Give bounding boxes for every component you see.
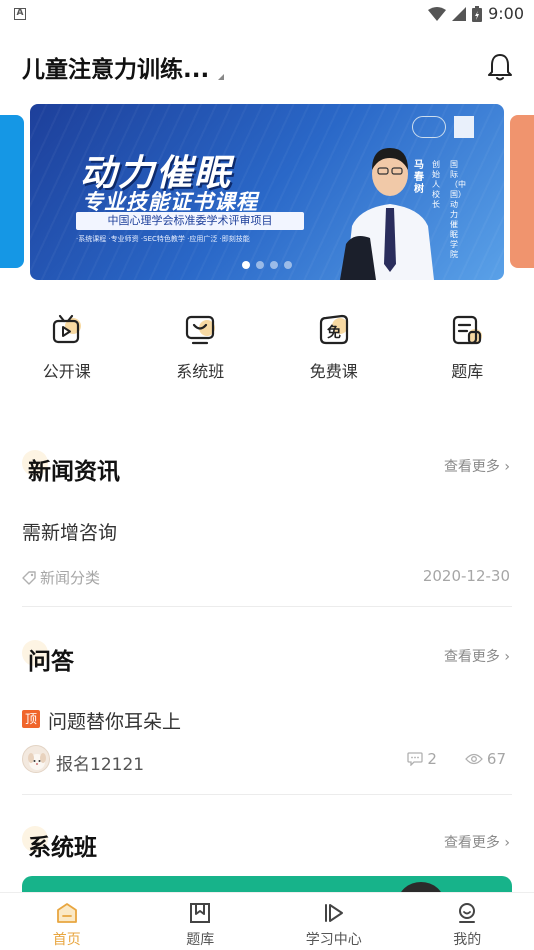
quick-entry-label: 公开课 xyxy=(42,362,91,381)
banner-next-slide[interactable] xyxy=(510,115,534,268)
view-more-label: 查看更多 xyxy=(443,835,500,851)
banner-strip: 中国心理学会标准委学术评审项目 xyxy=(76,212,304,230)
view-more-label: 查看更多 xyxy=(443,459,500,475)
tag-icon xyxy=(22,570,36,585)
free-badge-icon: 免 xyxy=(319,314,348,345)
carousel-dot-active[interactable] xyxy=(242,261,250,269)
quick-entry-question-bank[interactable]: 题库 xyxy=(401,312,534,382)
news-item-category: 新闻分类 xyxy=(22,567,100,588)
bell-icon[interactable] xyxy=(486,52,514,82)
section-title: 新闻资讯 xyxy=(28,459,120,485)
quick-entry-system-class[interactable]: 系统班 xyxy=(134,312,268,382)
carousel-dot[interactable] xyxy=(256,261,264,269)
view-count: 67 xyxy=(465,750,506,768)
chevron-right-icon: › xyxy=(504,835,510,851)
comment-count-value: 2 xyxy=(427,750,437,768)
bottom-navigation: 首页 题库 学习中心 我的 xyxy=(0,892,534,950)
system-class-view-more-link[interactable]: 查看更多 › xyxy=(444,832,510,852)
signal-icon xyxy=(452,6,467,21)
qa-view-more-link[interactable]: 查看更多 › xyxy=(444,646,510,666)
chevron-right-icon: › xyxy=(504,649,510,665)
news-item-date: 2020-12-30 xyxy=(422,567,510,585)
quick-entry-label: 免费课 xyxy=(309,362,358,381)
status-bar: A 9:00 xyxy=(0,0,534,30)
user-icon xyxy=(459,903,476,923)
nav-tab-profile[interactable]: 我的 xyxy=(401,893,534,950)
divider xyxy=(22,794,512,795)
section-title: 问答 xyxy=(28,649,74,675)
quick-entry-label: 系统班 xyxy=(176,362,225,381)
quick-entry-grid: 公开课 系统班 免 免费课 题库 xyxy=(0,312,534,382)
quick-entry-free-class[interactable]: 免 免费课 xyxy=(267,312,401,382)
notification-indicator-icon: A xyxy=(14,8,26,20)
news-item-title[interactable]: 需新增咨询 xyxy=(22,518,117,545)
qa-item-author: 报名12121 xyxy=(56,755,145,775)
view-count-value: 67 xyxy=(486,750,506,768)
view-more-label: 查看更多 xyxy=(443,649,500,665)
quick-entry-label: 题库 xyxy=(451,362,484,381)
bookmark-icon xyxy=(190,903,211,923)
nav-tab-label: 首页 xyxy=(52,932,81,948)
banner-person-name: 马春树 xyxy=(414,160,424,195)
banner-features: ·系统课程 ·专业师资 ·SEC特色教学 ·应用广泛 ·即刻技能 xyxy=(76,235,250,243)
wifi-icon xyxy=(428,6,447,21)
question-bank-icon xyxy=(453,315,483,345)
dropdown-caret-icon[interactable] xyxy=(218,74,224,80)
svg-text:免: 免 xyxy=(327,324,341,341)
banner-carousel[interactable]: 动力催眠 专业技能证书课程 中国心理学会标准委学术评审项目 ·系统课程 ·专业师… xyxy=(30,104,504,280)
play-step-icon xyxy=(324,904,343,922)
nav-tab-question-bank[interactable]: 题库 xyxy=(134,893,268,950)
app-title-selector[interactable]: 儿童注意力训练... xyxy=(22,50,209,84)
quick-entry-open-class[interactable]: 公开课 xyxy=(0,312,134,382)
chevron-right-icon: › xyxy=(504,459,510,475)
banner-qr-logo xyxy=(454,116,474,138)
status-icons: 9:00 xyxy=(428,4,524,23)
qa-item-stats: 2 67 xyxy=(407,750,506,768)
banner-institute: 国际（中国）动力催眠学院 xyxy=(450,160,466,259)
carousel-dot[interactable] xyxy=(284,261,292,269)
home-icon xyxy=(56,903,77,923)
carousel-dot[interactable] xyxy=(270,261,278,269)
banner-person-role: 创始人 校长 xyxy=(432,160,440,209)
qa-section-header: 问答 查看更多 › xyxy=(0,638,534,678)
comment-icon xyxy=(407,752,424,766)
section-title: 系统班 xyxy=(28,835,97,861)
qa-item-title[interactable]: 问题替你耳朵上 xyxy=(48,707,181,734)
nav-tab-label: 我的 xyxy=(453,932,482,948)
divider xyxy=(22,606,512,607)
banner-person-image xyxy=(340,148,434,280)
nav-tab-home[interactable]: 首页 xyxy=(0,893,134,950)
carousel-dots xyxy=(242,261,292,269)
news-view-more-link[interactable]: 查看更多 › xyxy=(444,456,510,476)
nav-tab-learning-center[interactable]: 学习中心 xyxy=(267,893,401,950)
pinned-badge: 顶 xyxy=(22,710,40,728)
tv-play-icon xyxy=(52,314,81,344)
eye-icon xyxy=(465,753,483,765)
avatar[interactable] xyxy=(22,745,50,773)
app-header: 儿童注意力训练... xyxy=(0,46,534,90)
battery-icon xyxy=(472,5,483,22)
news-category-label: 新闻分类 xyxy=(40,569,101,587)
clock: 9:00 xyxy=(488,4,524,23)
comment-count: 2 xyxy=(407,750,437,768)
avatar-image xyxy=(28,753,46,770)
banner-prev-slide[interactable] xyxy=(0,115,24,268)
monitor-icon xyxy=(186,315,216,345)
system-class-section-header: 系统班 查看更多 › xyxy=(0,824,534,864)
news-section-header: 新闻资讯 查看更多 › xyxy=(0,448,534,488)
nav-tab-label: 题库 xyxy=(186,932,215,948)
nav-tab-label: 学习中心 xyxy=(305,932,362,948)
